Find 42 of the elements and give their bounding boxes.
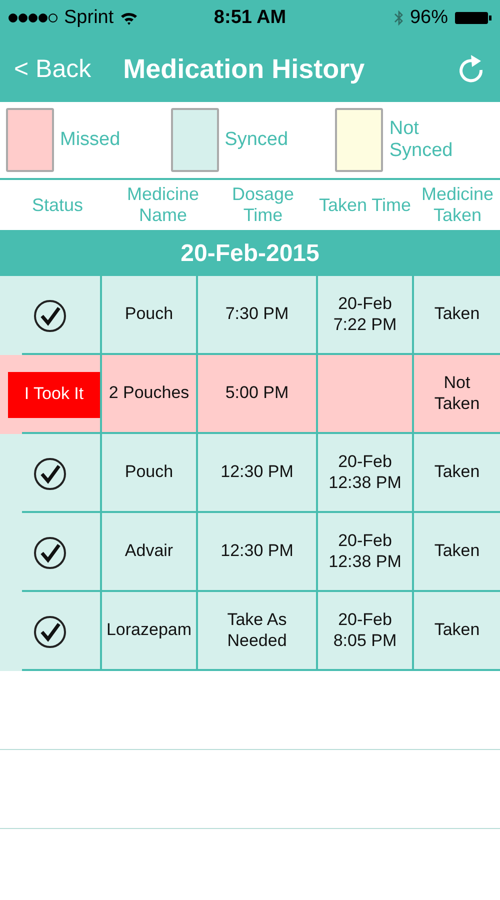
wifi-icon — [120, 11, 138, 25]
screen-title: Medication History — [123, 54, 366, 84]
carrier-name: Sprint — [64, 7, 114, 29]
medicine-name: 2 Pouches — [108, 383, 190, 404]
battery-icon — [454, 11, 492, 25]
column-header: Dosage Time — [230, 184, 296, 226]
legend-label: Synced — [224, 129, 290, 151]
taken-status: Taken — [433, 620, 481, 641]
back-button[interactable]: < Back — [14, 54, 92, 84]
taken-status: Taken — [433, 304, 481, 325]
taken-status: Taken — [433, 462, 481, 483]
battery-percent: 96% — [410, 7, 448, 29]
signal-icon — [8, 13, 58, 23]
dosage-time: 12:30 PM — [220, 541, 294, 562]
medicine-name: Advair — [124, 541, 174, 562]
clock-time: 8:51 AM — [214, 7, 286, 29]
took-it-button[interactable]: I Took It — [8, 372, 100, 418]
bluetooth-icon — [394, 10, 404, 26]
legend-label: Missed — [60, 129, 122, 151]
medicine-name: Pouch — [124, 304, 174, 325]
checkmark-icon — [33, 536, 67, 570]
column-header: Status — [30, 194, 84, 216]
dosage-time: 12:30 PM — [220, 462, 294, 483]
column-header: Medicine Name — [126, 184, 200, 226]
date-header: 20-Feb-2015 — [0, 232, 500, 276]
checkmark-icon — [33, 456, 67, 490]
taken-time: 20-Feb 12:38 PM — [328, 452, 402, 493]
taken-status: Taken — [433, 541, 481, 562]
taken-time: 20-Feb 12:38 PM — [328, 531, 402, 572]
taken-status: Not Taken — [433, 373, 481, 414]
medicine-name: Pouch — [124, 462, 174, 483]
dosage-time: 7:30 PM — [224, 304, 290, 325]
taken-time: 20-Feb 8:05 PM — [332, 610, 398, 651]
checkmark-icon — [33, 298, 67, 332]
legend-label: Not Synced — [389, 118, 454, 162]
dosage-time: Take As Needed — [226, 610, 288, 651]
column-header: Taken Time — [318, 194, 412, 216]
taken-time: 20-Feb 7:22 PM — [332, 294, 398, 335]
dosage-time: 5:00 PM — [224, 383, 290, 404]
checkmark-icon — [33, 614, 67, 648]
column-header: Medicine Taken — [420, 184, 495, 226]
medicine-name: Lorazepam — [106, 620, 192, 641]
